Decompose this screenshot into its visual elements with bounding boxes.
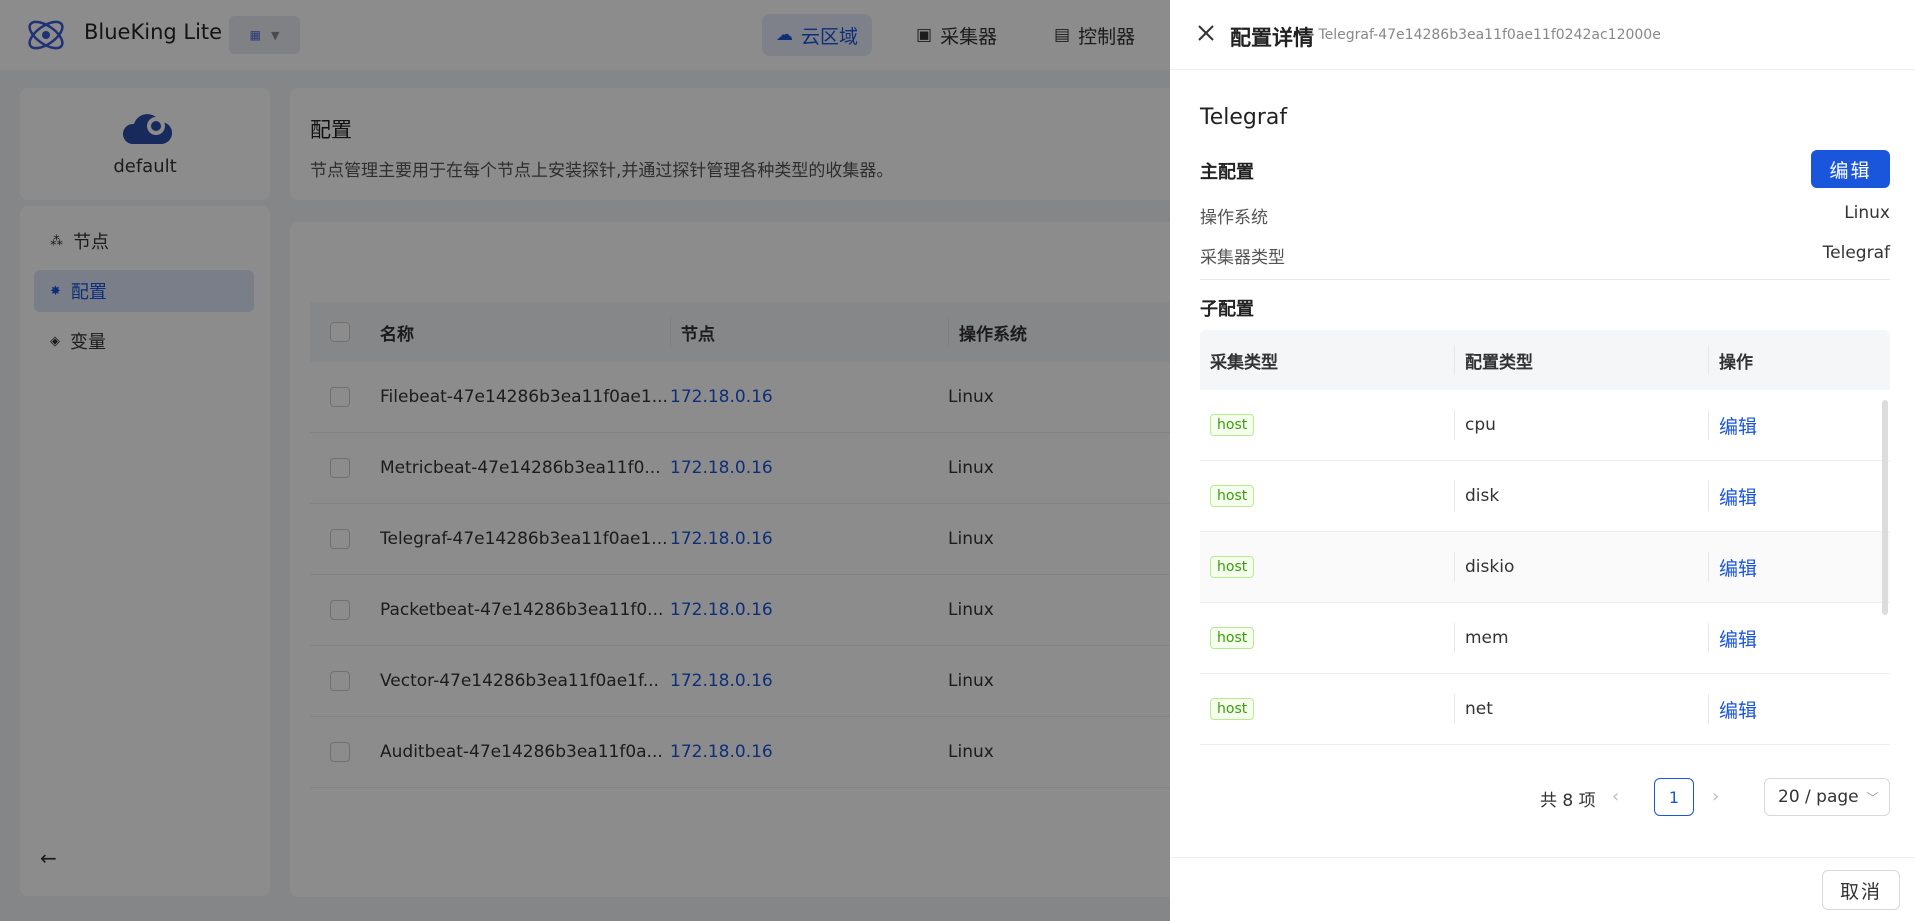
- chevron-down-icon: ﹀: [1866, 790, 1879, 805]
- collect-type-tag: host: [1210, 414, 1255, 436]
- column-header-action: 操作: [1708, 345, 1753, 375]
- config-type: mem: [1454, 623, 1708, 653]
- pagination-total: 共 8 项: [1540, 791, 1596, 811]
- collector-type-field: 采集器类型 Telegraf: [1200, 243, 1890, 268]
- edit-link[interactable]: 编辑: [1708, 481, 1757, 511]
- collector-type-label: 采集器类型: [1200, 248, 1285, 268]
- table-row: host disk 编辑: [1200, 461, 1890, 532]
- prev-page-button[interactable]: ‹: [1612, 786, 1619, 807]
- drawer-subtitle: - Telegraf-47e14286b3ea11f0ae11f0242ac12…: [1309, 27, 1661, 43]
- drawer-title: 配置详情: [1230, 26, 1314, 50]
- os-value: Linux: [1844, 203, 1890, 223]
- column-header-config-type: 配置类型: [1454, 345, 1708, 375]
- section-divider: [1200, 279, 1890, 280]
- page-size-select[interactable]: 20 / page ﹀: [1764, 778, 1890, 816]
- edit-link[interactable]: 编辑: [1708, 694, 1757, 724]
- pagination: 共 8 项 ‹ 1 › 20 / page ﹀: [1170, 776, 1915, 816]
- sub-config-table: 采集类型 配置类型 操作 host cpu 编辑 host disk 编辑 ho…: [1200, 330, 1890, 745]
- page-size-value: 20 / page: [1778, 787, 1859, 807]
- config-type: diskio: [1454, 552, 1708, 582]
- sub-config-title: 子配置: [1200, 299, 1254, 320]
- column-header-collect-type: 采集类型: [1210, 352, 1278, 373]
- collect-type-tag: host: [1210, 485, 1255, 507]
- edit-main-config-button[interactable]: 编辑: [1811, 150, 1890, 188]
- edit-link[interactable]: 编辑: [1708, 410, 1757, 440]
- edit-link[interactable]: 编辑: [1708, 552, 1757, 582]
- sub-table-scrollbar[interactable]: [1882, 400, 1888, 615]
- config-type: disk: [1454, 481, 1708, 511]
- sub-table-header: 采集类型 配置类型 操作: [1200, 330, 1890, 390]
- drawer-footer: 取消: [1170, 857, 1915, 921]
- collect-type-tag: host: [1210, 698, 1255, 720]
- collect-type-tag: host: [1210, 627, 1255, 649]
- collect-type-tag: host: [1210, 556, 1255, 578]
- close-icon[interactable]: [1194, 21, 1218, 45]
- config-type: cpu: [1454, 410, 1708, 440]
- next-page-button[interactable]: ›: [1712, 786, 1719, 807]
- cancel-button[interactable]: 取消: [1822, 870, 1900, 910]
- config-name: Telegraf: [1200, 105, 1288, 130]
- drawer-header: 配置详情 - Telegraf-47e14286b3ea11f0ae11f024…: [1170, 0, 1915, 70]
- config-detail-drawer: 配置详情 - Telegraf-47e14286b3ea11f0ae11f024…: [1170, 0, 1915, 921]
- os-label: 操作系统: [1200, 208, 1268, 228]
- edit-link[interactable]: 编辑: [1708, 623, 1757, 653]
- page-number-button[interactable]: 1: [1654, 778, 1694, 816]
- os-field: 操作系统 Linux: [1200, 203, 1890, 228]
- table-row: host mem 编辑: [1200, 603, 1890, 674]
- main-config-title: 主配置: [1200, 162, 1254, 183]
- config-type: net: [1454, 694, 1708, 724]
- collector-type-value: Telegraf: [1822, 243, 1890, 263]
- table-row: host diskio 编辑: [1200, 532, 1890, 603]
- table-row: host net 编辑: [1200, 674, 1890, 745]
- sub-table-body[interactable]: host cpu 编辑 host disk 编辑 host diskio 编辑 …: [1200, 390, 1890, 745]
- table-row: host cpu 编辑: [1200, 390, 1890, 461]
